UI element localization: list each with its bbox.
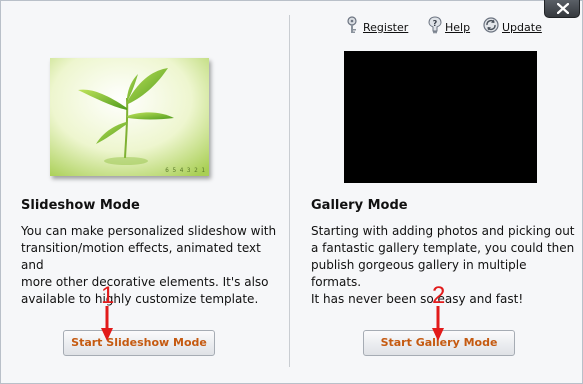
- gallery-description-line: a fantastic gallery template, you could …: [311, 241, 575, 255]
- slideshow-counter: 6 5 4 3 2 1: [165, 167, 205, 174]
- panel-divider: [289, 15, 290, 367]
- gallery-preview-area: [344, 51, 537, 183]
- update-icon[interactable]: [482, 16, 500, 38]
- slideshow-mode-title: Slideshow Mode: [21, 198, 140, 213]
- gallery-mode-title: Gallery Mode: [311, 198, 408, 213]
- annotation-arrow-1-icon: [101, 306, 113, 341]
- svg-text:?: ?: [433, 19, 438, 28]
- mode-selection-dialog: Register ? Help Update 6 5 4 3 2 1 Slide…: [0, 0, 583, 384]
- annotation-arrow-2-icon: [432, 306, 444, 341]
- slideshow-description-line: more other decorative elements. It's als…: [21, 275, 269, 289]
- slideshow-description-line: You can make personalized slideshow with: [21, 224, 277, 238]
- slideshow-description: You can make personalized slideshow with…: [21, 223, 281, 308]
- close-icon: [557, 3, 569, 14]
- help-link[interactable]: Help: [445, 21, 470, 34]
- key-icon[interactable]: [345, 16, 359, 38]
- slideshow-preview-thumbnail: 6 5 4 3 2 1: [50, 58, 209, 176]
- register-link[interactable]: Register: [363, 21, 408, 34]
- update-link[interactable]: Update: [502, 21, 542, 34]
- help-icon[interactable]: ?: [427, 16, 443, 38]
- close-window-button[interactable]: [544, 0, 580, 18]
- slideshow-description-line: available to highly customize template.: [21, 292, 259, 306]
- slideshow-description-line: transition/motion effects, animated text…: [21, 241, 261, 272]
- start-slideshow-mode-button[interactable]: Start Slideshow Mode: [63, 330, 215, 356]
- start-slideshow-mode-label: Start Slideshow Mode: [71, 336, 207, 349]
- gallery-description-line: Starting with adding photos and picking …: [311, 224, 575, 238]
